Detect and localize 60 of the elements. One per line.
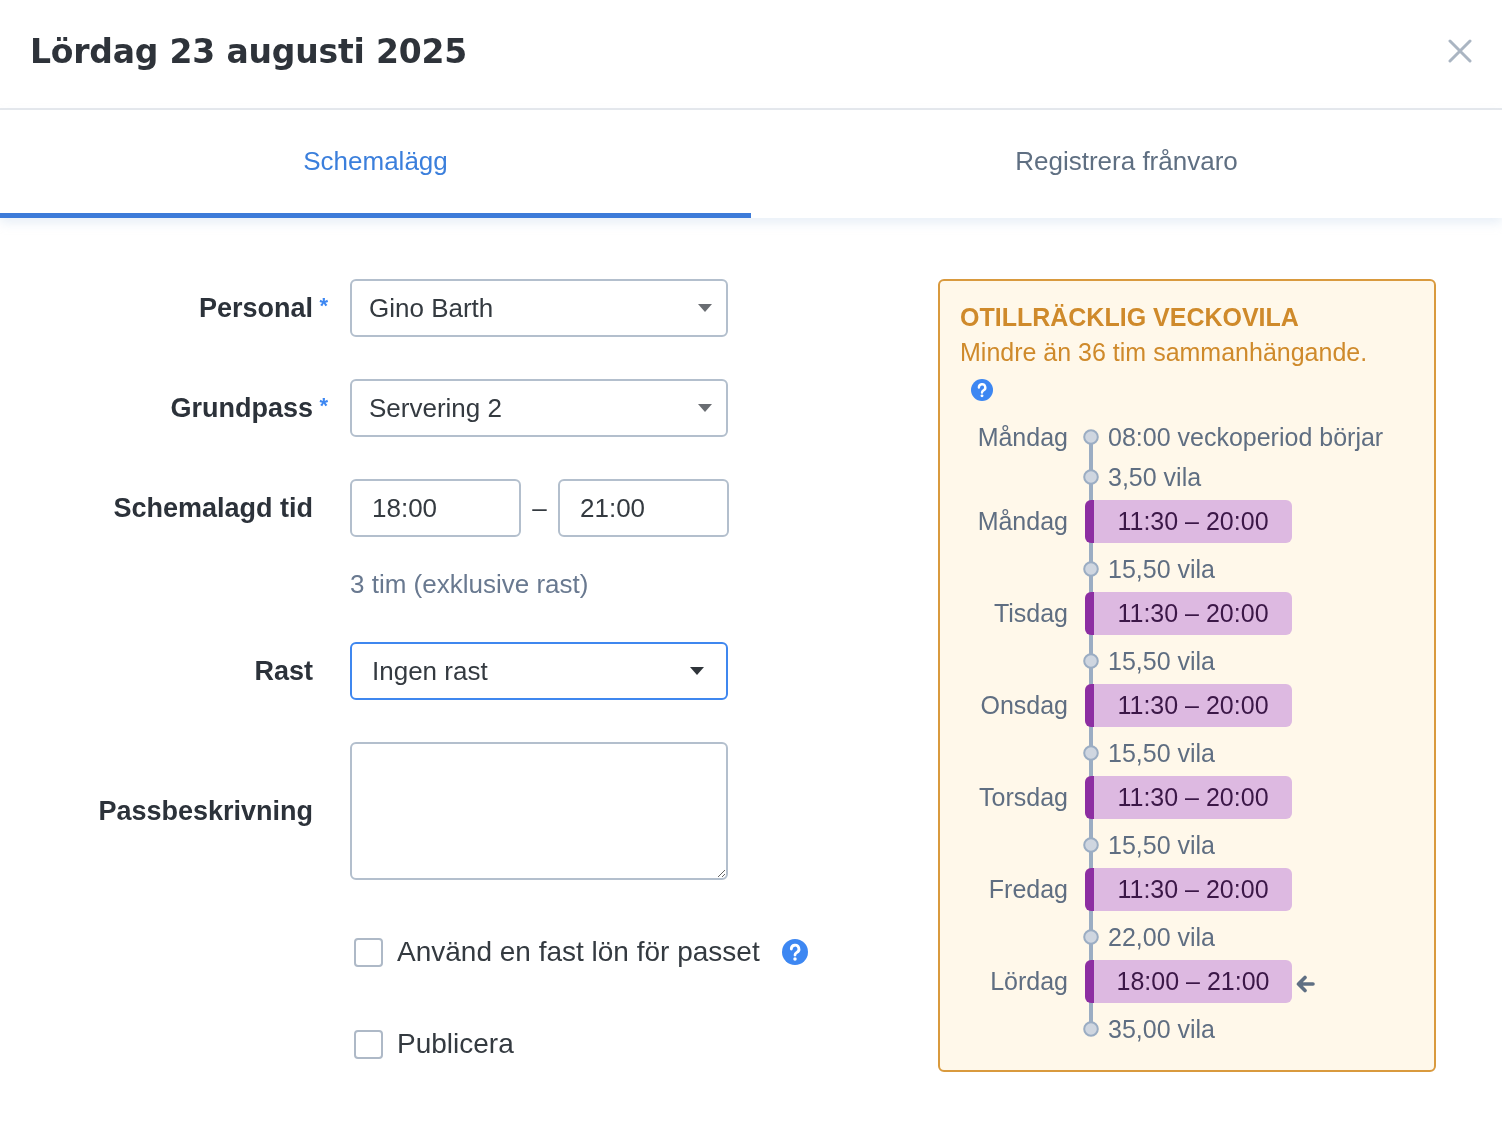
time-input[interactable]: 21:00 [558, 479, 729, 537]
timeline-dot-icon [1083, 469, 1099, 485]
timeline-dot-icon [1083, 653, 1099, 669]
field-label: Passbeskrivning [98, 795, 313, 827]
tab[interactable]: Schemalägg [0, 110, 751, 218]
timeline-text: 15,50 vila [1108, 830, 1216, 860]
required-asterisk: * [318, 392, 328, 419]
field-label: Grundpass [170, 392, 313, 424]
timeline-text: 08:00 veckoperiod börjar [1108, 422, 1384, 452]
help-icon[interactable] [781, 939, 808, 965]
checkbox-label: Publicera [397, 1028, 514, 1060]
description-textarea[interactable] [350, 742, 728, 880]
timeline-text: 15,50 vila [1108, 738, 1216, 768]
duration-hint: 3 tim (exklusive rast) [350, 568, 589, 600]
shift-entry: 11:30 – 20:00 [1085, 868, 1292, 911]
timeline-text: 15,50 vila [1108, 646, 1216, 676]
shift-entry: 11:30 – 20:00 [1085, 776, 1292, 819]
shift-entry: 18:00 – 21:00 [1085, 960, 1292, 1003]
dialog-title: Lördag 23 augusti 2025 [30, 31, 467, 71]
field-label: Rast [254, 655, 313, 687]
warning-message: Mindre än 36 tim sammanhängande. [960, 338, 1369, 366]
close-icon [1448, 39, 1472, 63]
required-asterisk: * [318, 292, 328, 319]
checkbox[interactable] [354, 1029, 383, 1059]
help-icon[interactable] [971, 379, 993, 401]
shift-entry: 11:30 – 20:00 [1085, 500, 1292, 543]
day-label: Måndag [977, 422, 1068, 452]
day-label: Fredag [988, 875, 1068, 904]
time-input[interactable]: 18:00 [350, 479, 521, 537]
timeline-dot-icon [1083, 429, 1099, 445]
select-field[interactable]: Servering 2 [350, 379, 728, 437]
caret-icon [690, 667, 704, 675]
timeline-text: 15,50 vila [1108, 554, 1216, 584]
shift-entry: 11:30 – 20:00 [1085, 592, 1292, 635]
day-label: Tisdag [993, 599, 1068, 628]
warning-title: OTILLRÄCKLIG VECKOVILA [960, 302, 1300, 332]
day-label: Måndag [977, 507, 1068, 536]
caret-icon [698, 304, 712, 312]
shift-entry: 11:30 – 20:00 [1085, 684, 1292, 727]
checkbox[interactable] [354, 937, 383, 967]
caret-icon [698, 404, 712, 412]
timeline-dot-icon [1083, 929, 1099, 945]
timeline-dot-icon [1083, 561, 1099, 577]
checkbox-label: Använd en fast lön för passet [397, 936, 760, 968]
field-label: Schemalagd tid [113, 492, 313, 524]
tab[interactable]: Registrera frånvaro [751, 110, 1502, 218]
day-label: Onsdag [980, 691, 1068, 720]
timeline-text: 22,00 vila [1108, 922, 1216, 952]
range-dash: – [531, 492, 548, 524]
timeline-text: 3,50 vila [1108, 462, 1202, 492]
day-label: Lördag [990, 967, 1068, 996]
select-field[interactable]: Ingen rast [350, 642, 728, 700]
close-button[interactable] [1448, 39, 1472, 63]
timeline-dot-icon [1083, 837, 1099, 853]
timeline-text: 35,00 vila [1108, 1014, 1216, 1044]
timeline-dot-icon [1083, 1021, 1099, 1037]
field-label: Personal [198, 292, 313, 324]
timeline-dot-icon [1083, 745, 1099, 761]
select-field[interactable]: Gino Barth [350, 279, 728, 337]
day-label: Torsdag [979, 783, 1068, 812]
